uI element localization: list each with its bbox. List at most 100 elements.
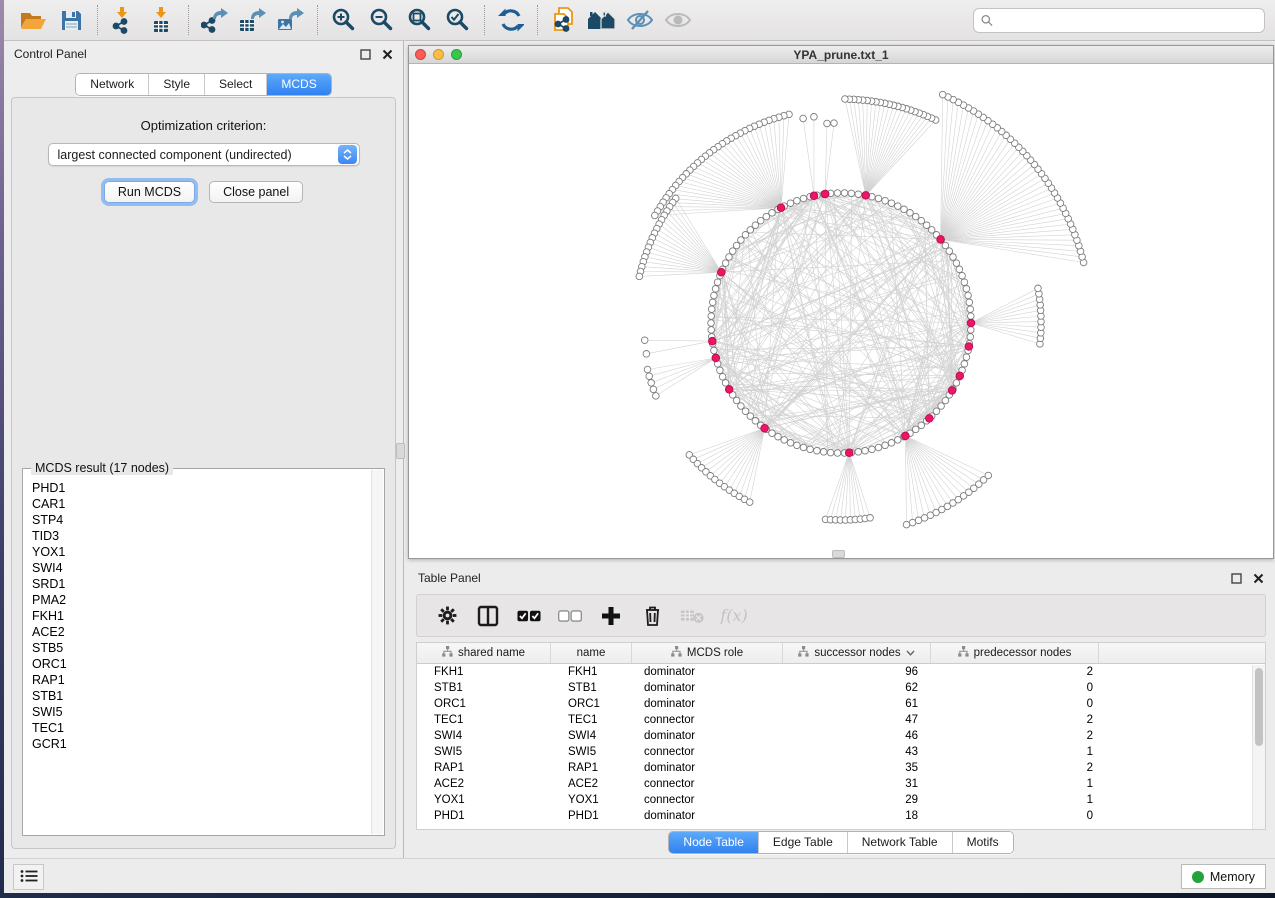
table-settings-icon[interactable] xyxy=(435,604,459,628)
tab-network-table[interactable]: Network Table xyxy=(847,832,952,853)
list-item[interactable]: RAP1 xyxy=(32,672,371,688)
clone-network-icon[interactable] xyxy=(545,4,583,36)
network-home-icon[interactable] xyxy=(583,4,621,36)
hide-selected-icon[interactable] xyxy=(621,4,659,36)
memory-button[interactable]: Memory xyxy=(1181,864,1266,889)
table-cell: dominator xyxy=(632,698,783,710)
table-cell: 47 xyxy=(783,714,931,726)
table-row[interactable]: ACE2ACE2connector311 xyxy=(417,776,1265,792)
tab-style[interactable]: Style xyxy=(148,74,204,95)
network-canvas[interactable] xyxy=(409,65,1273,558)
list-item[interactable]: TEC1 xyxy=(32,720,371,736)
float-panel-icon[interactable] xyxy=(1230,572,1242,584)
tab-select[interactable]: Select xyxy=(204,74,266,95)
zoom-out-icon[interactable] xyxy=(363,4,401,36)
add-column-icon[interactable] xyxy=(599,604,623,628)
column-layout-icon[interactable] xyxy=(476,604,500,628)
export-table-icon[interactable] xyxy=(234,4,272,36)
table-cell: 2 xyxy=(931,730,1099,742)
mcds-result-scrollbar[interactable] xyxy=(371,470,383,834)
tab-motifs[interactable]: Motifs xyxy=(952,832,1013,853)
tree-icon xyxy=(442,646,453,660)
zoom-in-icon[interactable] xyxy=(325,4,363,36)
select-all-rows-icon[interactable] xyxy=(517,604,541,628)
open-session-icon[interactable] xyxy=(14,4,52,36)
search-input[interactable] xyxy=(998,13,1257,27)
zoom-selected-icon[interactable] xyxy=(439,4,477,36)
column-header-MCDS-role[interactable]: MCDS role xyxy=(632,643,783,663)
tab-mcds[interactable]: MCDS xyxy=(266,74,330,95)
mcds-result-group: MCDS result (17 nodes) PHD1CAR1STP4TID3Y… xyxy=(22,468,385,836)
table-row[interactable]: STB1STB1dominator620 xyxy=(417,680,1265,696)
list-item[interactable]: CAR1 xyxy=(32,496,371,512)
list-item[interactable]: ACE2 xyxy=(32,624,371,640)
list-item[interactable]: GCR1 xyxy=(32,736,371,752)
table-row[interactable]: SWI5SWI5connector431 xyxy=(417,744,1265,760)
list-item[interactable]: ORC1 xyxy=(32,656,371,672)
list-item[interactable]: SWI4 xyxy=(32,560,371,576)
table-panel-tabs: Node TableEdge TableNetwork TableMotifs xyxy=(668,831,1013,854)
vertical-splitter-handle[interactable] xyxy=(396,443,405,459)
table-cell: STB1 xyxy=(417,682,551,694)
list-item[interactable]: STP4 xyxy=(32,512,371,528)
zoom-fit-icon[interactable] xyxy=(401,4,439,36)
column-header-shared-name[interactable]: shared name xyxy=(417,643,551,663)
list-item[interactable]: PHD1 xyxy=(32,480,371,496)
float-panel-icon[interactable] xyxy=(359,48,371,60)
mcds-result-list: PHD1CAR1STP4TID3YOX1SWI4SRD1PMA2FKH1ACE2… xyxy=(24,470,371,834)
column-header-successor-nodes[interactable]: successor nodes xyxy=(783,643,931,663)
tab-network[interactable]: Network xyxy=(76,74,148,95)
task-history-button[interactable] xyxy=(13,864,44,890)
list-item[interactable]: STB5 xyxy=(32,640,371,656)
list-item[interactable]: STB1 xyxy=(32,688,371,704)
export-network-icon[interactable] xyxy=(196,4,234,36)
table-row[interactable]: FKH1FKH1dominator962 xyxy=(417,664,1265,680)
table-row[interactable]: SWI4SWI4dominator462 xyxy=(417,728,1265,744)
export-image-icon[interactable] xyxy=(272,4,310,36)
table-cell: YOX1 xyxy=(551,794,632,806)
list-item[interactable]: PMA2 xyxy=(32,592,371,608)
table-cell: 1 xyxy=(931,746,1099,758)
horizontal-splitter-handle[interactable] xyxy=(832,550,845,558)
tab-node-table[interactable]: Node Table xyxy=(669,832,758,853)
table-cell: FKH1 xyxy=(551,666,632,678)
search-box[interactable] xyxy=(973,8,1265,33)
list-item[interactable]: TID3 xyxy=(32,528,371,544)
list-item[interactable]: YOX1 xyxy=(32,544,371,560)
close-panel-button[interactable]: Close panel xyxy=(209,181,303,203)
save-session-icon[interactable] xyxy=(52,4,90,36)
tab-edge-table[interactable]: Edge Table xyxy=(758,832,847,853)
table-cell: connector xyxy=(632,714,783,726)
table-cell: RAP1 xyxy=(551,762,632,774)
import-network-icon[interactable] xyxy=(105,4,143,36)
table-row[interactable]: YOX1YOX1connector291 xyxy=(417,792,1265,808)
criterion-dropdown[interactable]: largest connected component (undirected) xyxy=(48,143,360,166)
delete-column-icon[interactable] xyxy=(640,604,664,628)
table-rows: FKH1FKH1dominator962STB1STB1dominator620… xyxy=(417,664,1265,824)
tree-icon xyxy=(958,646,969,660)
network-window-titlebar[interactable]: YPA_prune.txt_1 xyxy=(409,46,1273,64)
table-cell: SWI4 xyxy=(417,730,551,742)
table-row[interactable]: PHD1PHD1dominator180 xyxy=(417,808,1265,824)
table-row[interactable]: TEC1TEC1connector472 xyxy=(417,712,1265,728)
close-panel-icon[interactable] xyxy=(1252,572,1264,584)
close-panel-icon[interactable] xyxy=(381,48,393,60)
column-header-label: MCDS role xyxy=(687,647,743,659)
column-header-name[interactable]: name xyxy=(551,643,632,663)
table-row[interactable]: RAP1RAP1dominator352 xyxy=(417,760,1265,776)
table-scrollbar-thumb[interactable] xyxy=(1255,668,1263,746)
table-row[interactable]: ORC1ORC1dominator610 xyxy=(417,696,1265,712)
column-header-label: predecessor nodes xyxy=(974,647,1072,659)
column-header-predecessor-nodes[interactable]: predecessor nodes xyxy=(931,643,1099,663)
deselect-all-rows-icon[interactable] xyxy=(558,604,582,628)
list-item[interactable]: FKH1 xyxy=(32,608,371,624)
list-item[interactable]: SWI5 xyxy=(32,704,371,720)
table-cell: connector xyxy=(632,794,783,806)
application-window: Control Panel NetworkStyleSelectMCDS Opt… xyxy=(4,0,1275,893)
run-mcds-button[interactable]: Run MCDS xyxy=(104,181,195,203)
sort-chevron-icon xyxy=(906,647,915,659)
list-item[interactable]: SRD1 xyxy=(32,576,371,592)
table-scrollbar[interactable] xyxy=(1252,665,1265,829)
import-table-icon[interactable] xyxy=(143,4,181,36)
refresh-layout-icon[interactable] xyxy=(492,4,530,36)
